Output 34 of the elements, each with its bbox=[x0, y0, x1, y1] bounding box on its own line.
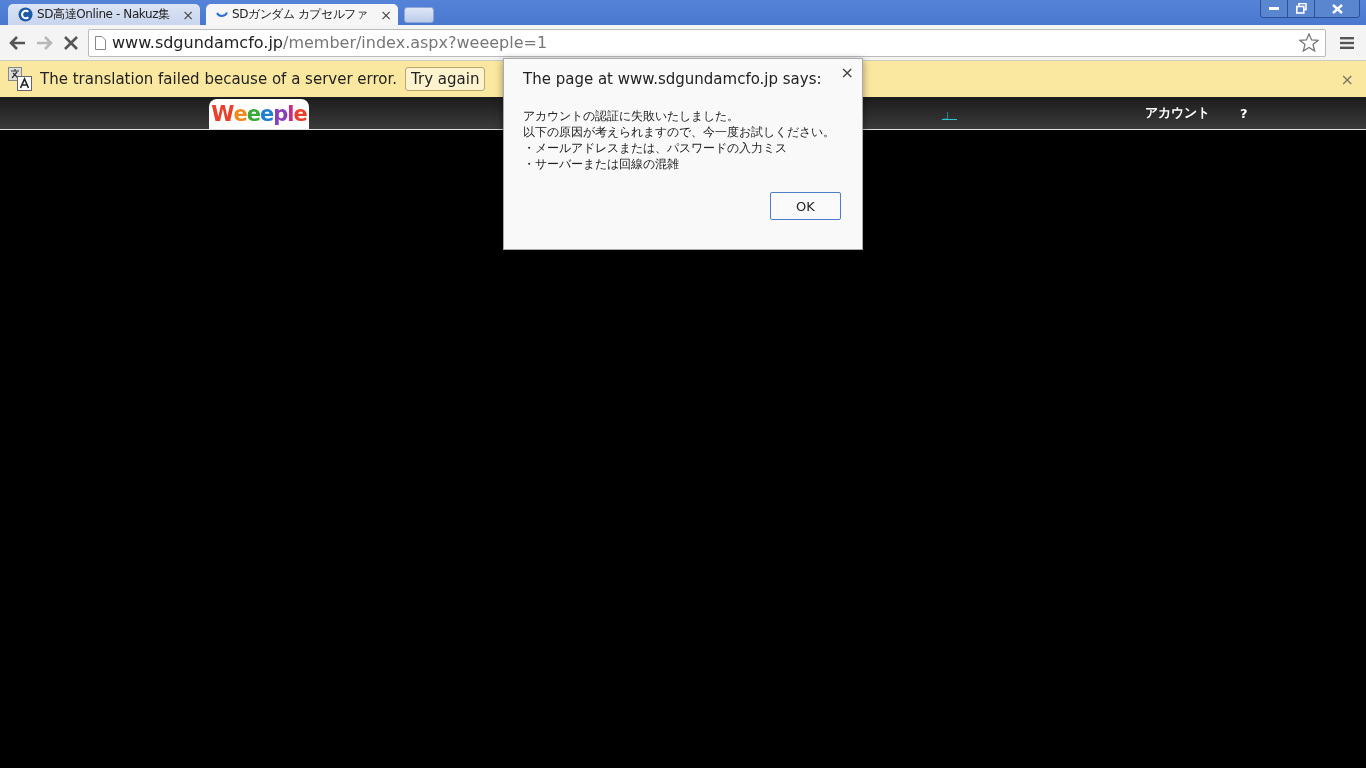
nav-item[interactable]: アカウント bbox=[1145, 104, 1210, 122]
minimize-icon bbox=[1269, 7, 1279, 10]
dialog-message-line: アカウントの認証に失敗いたしました。 bbox=[523, 108, 740, 124]
restore-icon bbox=[1295, 3, 1307, 14]
close-window-button[interactable] bbox=[1314, 0, 1359, 17]
close-icon[interactable]: × bbox=[1340, 69, 1354, 89]
nav-link[interactable]: 」 bbox=[942, 103, 957, 123]
loading-spinner-icon bbox=[216, 11, 228, 18]
menu-icon[interactable] bbox=[1340, 36, 1354, 49]
stop-icon[interactable] bbox=[64, 35, 78, 50]
close-icon[interactable]: × bbox=[840, 63, 854, 82]
dialog-message-line: ・メールアドレスまたは、パスワードの入力ミス bbox=[523, 140, 788, 156]
restore-button[interactable] bbox=[1287, 0, 1314, 17]
url-text: www.sdgundamcfo.jp/member/index.aspx?weeeple=1 bbox=[112, 33, 549, 52]
nav-item[interactable]: ? bbox=[1240, 105, 1248, 121]
site-logo[interactable]: Weeeple bbox=[209, 99, 309, 129]
minimize-button[interactable] bbox=[1261, 0, 1287, 17]
close-icon bbox=[1331, 3, 1343, 14]
dialog-title: The page at www.sdgundamcfo.jp says: bbox=[523, 70, 823, 88]
ok-button[interactable]: OK bbox=[770, 192, 841, 220]
try-again-button[interactable]: Try again bbox=[405, 67, 486, 91]
site-favicon-icon bbox=[18, 7, 33, 22]
infobar-message: The translation failed because of a server error. bbox=[40, 70, 398, 88]
tab-close-icon[interactable]: × bbox=[380, 6, 392, 23]
browser-tab[interactable]: SDガンダム カプセルファ × bbox=[206, 4, 398, 25]
dialog-message-line: 以下の原因が考えられますので、今一度お試しください。 bbox=[523, 124, 836, 140]
translate-icon bbox=[8, 67, 32, 91]
tab-close-icon[interactable]: × bbox=[182, 6, 194, 23]
dialog-message-line: ・サーバーまたは回線の混雑 bbox=[523, 156, 680, 172]
browser-tab[interactable]: SD高達Online - Nakuz集 × bbox=[8, 4, 200, 25]
back-arrow-icon[interactable] bbox=[8, 34, 26, 51]
star-icon[interactable] bbox=[1299, 33, 1319, 52]
page-icon bbox=[95, 35, 106, 50]
address-bar[interactable]: www.sdgundamcfo.jp/member/index.aspx?weeeple=1 bbox=[88, 28, 1326, 57]
